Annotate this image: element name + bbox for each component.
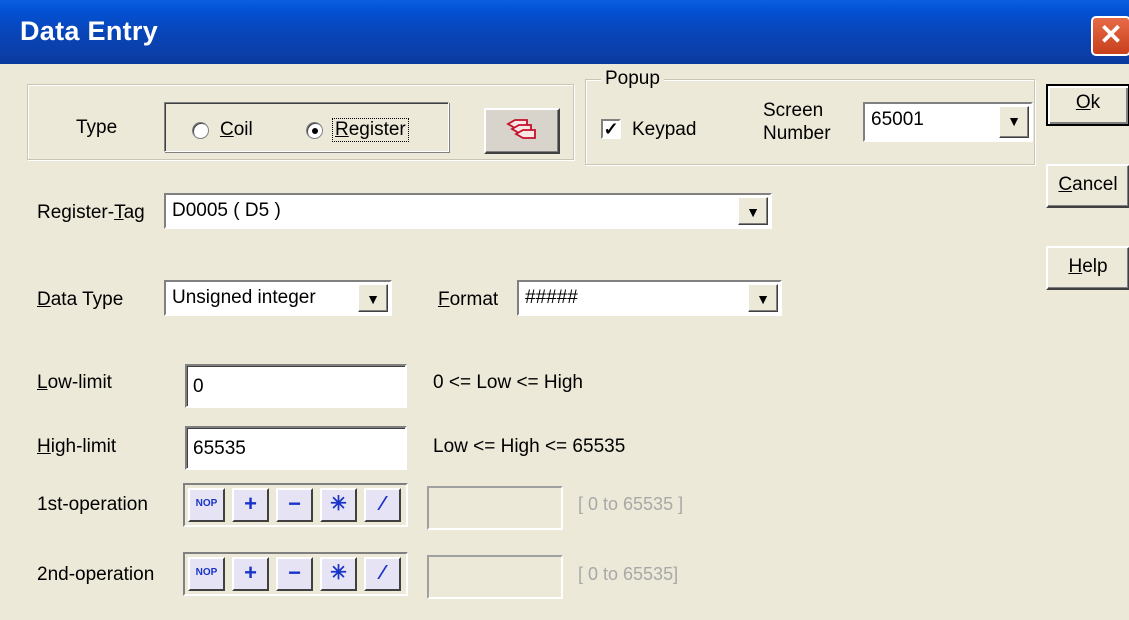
high-limit-label: High-limit bbox=[37, 436, 117, 457]
register-tag-select[interactable]: D0005 ( D5 ) ▼ bbox=[164, 193, 772, 229]
title-bar bbox=[0, 0, 1129, 64]
number-label: Number bbox=[763, 123, 831, 144]
second-operation-value bbox=[427, 555, 563, 599]
first-operation-buttons: NOP + − ✳ ⁄ bbox=[183, 483, 408, 527]
ok-button[interactable]: Ok bbox=[1046, 84, 1129, 126]
multiply-button[interactable]: ✳ bbox=[320, 557, 357, 591]
chevron-down-icon: ▼ bbox=[746, 204, 760, 220]
high-limit-input[interactable]: 65535 bbox=[185, 426, 407, 470]
type-label: Type bbox=[76, 117, 118, 138]
keypad-checkbox[interactable]: ✓ bbox=[601, 119, 621, 139]
register-label[interactable]: Register bbox=[332, 118, 409, 142]
low-limit-hint: 0 <= Low <= High bbox=[433, 372, 583, 393]
register-tag-dropdown-button[interactable]: ▼ bbox=[738, 197, 768, 225]
first-operation-label: 1st-operation bbox=[37, 494, 148, 515]
coil-label[interactable]: Coil bbox=[220, 119, 253, 141]
register-tag-value: D0005 ( D5 ) bbox=[172, 200, 281, 221]
divide-button[interactable]: ⁄ bbox=[364, 557, 401, 591]
subtract-button[interactable]: − bbox=[276, 557, 313, 591]
register-radio[interactable] bbox=[306, 122, 323, 139]
subtract-button[interactable]: − bbox=[276, 488, 313, 522]
screen-number-select[interactable]: 65001 ▼ bbox=[863, 102, 1033, 142]
high-limit-hint: Low <= High <= 65535 bbox=[433, 436, 626, 457]
second-operation-label: 2nd-operation bbox=[37, 564, 155, 585]
format-select[interactable]: ##### ▼ bbox=[517, 280, 782, 316]
screen-number-value: 65001 bbox=[871, 109, 924, 130]
first-operation-value bbox=[427, 486, 563, 530]
keypad-label[interactable]: Keypad bbox=[632, 119, 696, 141]
data-type-label: Data Type bbox=[37, 289, 124, 310]
tags-icon bbox=[506, 119, 536, 139]
register-tag-label: Register-Tag bbox=[37, 202, 145, 223]
cancel-button[interactable]: Cancel bbox=[1046, 164, 1129, 208]
chevron-down-icon: ▼ bbox=[366, 291, 380, 307]
data-type-dropdown-button[interactable]: ▼ bbox=[358, 284, 388, 312]
format-label: Format bbox=[438, 289, 499, 310]
second-operation-buttons: NOP + − ✳ ⁄ bbox=[183, 552, 408, 596]
format-dropdown-button[interactable]: ▼ bbox=[748, 284, 778, 312]
low-limit-input[interactable]: 0 bbox=[185, 364, 407, 408]
nop-button[interactable]: NOP bbox=[188, 488, 225, 522]
screen-number-dropdown-button[interactable]: ▼ bbox=[999, 106, 1029, 138]
data-type-value: Unsigned integer bbox=[172, 287, 316, 308]
chevron-down-icon: ▼ bbox=[756, 291, 770, 307]
screen-label: Screen bbox=[763, 100, 824, 121]
add-button[interactable]: + bbox=[232, 557, 269, 591]
second-operation-range: [ 0 to 65535] bbox=[578, 564, 679, 584]
chevron-down-icon: ▼ bbox=[1007, 113, 1021, 129]
coil-radio[interactable] bbox=[192, 122, 209, 139]
tag-select-button[interactable] bbox=[484, 108, 560, 154]
window-title: Data Entry bbox=[20, 16, 159, 46]
add-button[interactable]: + bbox=[232, 488, 269, 522]
format-value: ##### bbox=[525, 287, 578, 308]
help-button[interactable]: Help bbox=[1046, 246, 1129, 290]
first-operation-range: [ 0 to 65535 ] bbox=[578, 494, 684, 514]
data-type-select[interactable]: Unsigned integer ▼ bbox=[164, 280, 392, 316]
close-icon: ✕ bbox=[1099, 19, 1123, 50]
nop-button[interactable]: NOP bbox=[188, 557, 225, 591]
divide-button[interactable]: ⁄ bbox=[364, 488, 401, 522]
multiply-button[interactable]: ✳ bbox=[320, 488, 357, 522]
popup-legend: Popup bbox=[601, 68, 664, 90]
close-button[interactable]: ✕ bbox=[1091, 16, 1129, 56]
low-limit-label: Low-limit bbox=[37, 372, 112, 393]
check-icon: ✓ bbox=[603, 119, 619, 139]
